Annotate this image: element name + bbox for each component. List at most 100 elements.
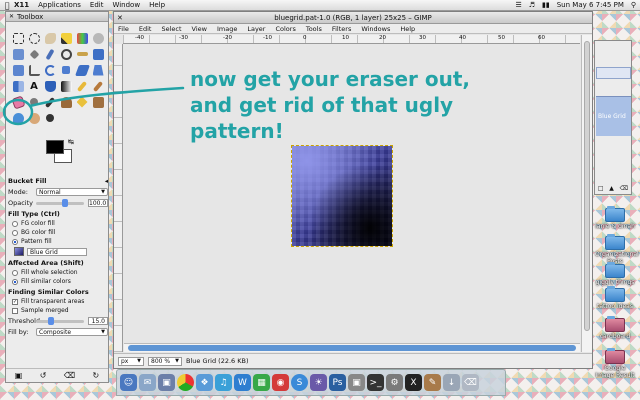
paintbrush-tool[interactable]: [90, 78, 106, 94]
horizontal-ruler[interactable]: -40 -30 -20 -10 0 10 20 30 40 50 60: [123, 35, 580, 44]
sample-merged-checkbox[interactable]: Sample merged: [8, 306, 108, 315]
clone-tool[interactable]: [58, 94, 74, 110]
preview-icon[interactable]: ▣: [158, 374, 175, 391]
numbers-icon[interactable]: ▦: [253, 374, 270, 391]
fill-whole-selection-radio[interactable]: Fill whole selection: [8, 268, 108, 277]
close-icon[interactable]: ✕: [117, 14, 123, 22]
menu-file[interactable]: File: [118, 25, 129, 33]
desktop-folder[interactable]: Organizational Posts: [595, 234, 639, 265]
paths-tool[interactable]: [26, 46, 42, 62]
dodge-burn-tool[interactable]: [42, 110, 58, 126]
swap-colors-icon[interactable]: ↹: [68, 138, 74, 146]
reset-icon[interactable]: ↻: [93, 371, 100, 380]
calendar-icon[interactable]: ▣: [348, 374, 365, 391]
opacity-slider-thumb[interactable]: [62, 198, 68, 207]
blend-tool[interactable]: [58, 78, 74, 94]
perspective-clone-tool[interactable]: [90, 94, 106, 110]
desktop-file[interactable]: cardboard: [595, 316, 635, 340]
opacity-value[interactable]: 100.0: [88, 199, 108, 207]
fill-by-select[interactable]: Composite ▼: [36, 328, 108, 336]
fill-transparent-checkbox[interactable]: ✓ Fill transparent areas: [8, 297, 108, 306]
vertical-ruler[interactable]: [114, 44, 123, 352]
desktop-folder[interactable]: giggly things: [595, 262, 635, 286]
scale-tool[interactable]: [58, 62, 74, 78]
layers-tab[interactable]: [596, 67, 631, 79]
trash-icon[interactable]: ⌫: [462, 374, 479, 391]
wifi-icon[interactable]: ☰: [515, 1, 521, 9]
foreground-select-tool[interactable]: [10, 46, 26, 62]
menu-filters[interactable]: Filters: [332, 25, 351, 33]
photoshop-icon[interactable]: Ps: [329, 374, 346, 391]
bg-color-fill-radio[interactable]: BG color fill: [8, 228, 108, 237]
zoom-select[interactable]: 800 % ▼: [148, 356, 182, 366]
new-layer-icon[interactable]: □: [598, 185, 604, 192]
apple-menu-icon[interactable]: : [0, 1, 14, 10]
word-icon[interactable]: W: [234, 374, 251, 391]
menu-image[interactable]: Image: [217, 25, 237, 33]
horizontal-scrollbar[interactable]: [124, 343, 580, 352]
panel-menu-icon[interactable]: ◂: [105, 177, 108, 186]
fill-similar-colors-radio[interactable]: Fill similar colors: [8, 277, 108, 286]
unit-select[interactable]: px ▼: [118, 356, 144, 366]
menu-windows[interactable]: Windows: [361, 25, 390, 33]
mode-select[interactable]: Normal ▼: [36, 188, 108, 196]
horizontal-scroll-thumb[interactable]: [128, 345, 576, 351]
text-tool[interactable]: A: [26, 78, 42, 94]
iphoto-icon[interactable]: ☀: [310, 374, 327, 391]
desktop-folder[interactable]: tattoo ideas: [595, 286, 635, 310]
smudge-tool[interactable]: [26, 110, 42, 126]
delete-layer-icon[interactable]: ⌫: [620, 185, 628, 192]
align-tool[interactable]: [10, 62, 26, 78]
spotlight-icon[interactable]: ⚲: [631, 1, 636, 9]
skype-icon[interactable]: S: [291, 374, 308, 391]
pattern-image[interactable]: [291, 145, 393, 247]
zoom-tool[interactable]: [58, 46, 74, 62]
desktop-file[interactable]: Google Image Result: [595, 348, 635, 379]
menu-select[interactable]: Select: [161, 25, 181, 33]
foreground-color[interactable]: [46, 140, 64, 154]
ink-tool[interactable]: [42, 94, 58, 110]
clock[interactable]: Sun May 6 7:45 PM: [557, 1, 624, 9]
move-tool[interactable]: [90, 46, 106, 62]
airbrush-tool[interactable]: [26, 94, 42, 110]
menu-edit[interactable]: Edit: [90, 1, 104, 9]
menu-view[interactable]: View: [192, 25, 207, 33]
pattern-selector[interactable]: Blue Grid: [8, 246, 108, 257]
bucket-fill-tool[interactable]: [42, 78, 58, 94]
menu-layer[interactable]: Layer: [247, 25, 265, 33]
desktop-folder[interactable]: lanie & dinah: [595, 206, 635, 230]
gimp-icon[interactable]: ✎: [424, 374, 441, 391]
layer-row[interactable]: Blue Grid: [596, 96, 631, 136]
color-select-tool[interactable]: [74, 30, 90, 46]
rect-select-tool[interactable]: [10, 30, 26, 46]
menu-applications[interactable]: Applications: [38, 1, 81, 9]
pattern-thumbnail[interactable]: [14, 247, 24, 256]
menu-colors[interactable]: Colors: [275, 25, 295, 33]
opacity-slider[interactable]: [36, 198, 84, 207]
pattern-fill-radio[interactable]: Pattern fill: [8, 237, 108, 246]
menu-app-x11[interactable]: X11: [14, 1, 29, 9]
threshold-slider[interactable]: [36, 316, 84, 325]
terminal-icon[interactable]: >_: [367, 374, 384, 391]
photobooth-icon[interactable]: ◉: [272, 374, 289, 391]
threshold-slider-thumb[interactable]: [48, 316, 54, 325]
menu-help[interactable]: Help: [400, 25, 415, 33]
volume-icon[interactable]: ♬: [529, 1, 535, 9]
fuzzy-select-tool[interactable]: [58, 30, 74, 46]
restore-preset-icon[interactable]: ↺: [40, 371, 47, 380]
fg-color-fill-radio[interactable]: FG color fill: [8, 219, 108, 228]
shear-tool[interactable]: [74, 62, 90, 78]
close-icon[interactable]: ✕: [9, 13, 14, 20]
blur-tool[interactable]: [10, 110, 26, 126]
menu-tools[interactable]: Tools: [306, 25, 322, 33]
crop-tool[interactable]: [26, 62, 42, 78]
preferences-icon[interactable]: ⚙: [386, 374, 403, 391]
safari-icon[interactable]: ❖: [196, 374, 213, 391]
menu-window[interactable]: Window: [112, 1, 140, 9]
delete-preset-icon[interactable]: ⌫: [64, 371, 75, 380]
raise-layer-icon[interactable]: ▲: [609, 185, 614, 192]
eraser-tool[interactable]: [10, 94, 26, 110]
heal-tool[interactable]: [74, 94, 90, 110]
itunes-icon[interactable]: ♫: [215, 374, 232, 391]
rotate-tool[interactable]: [42, 62, 58, 78]
